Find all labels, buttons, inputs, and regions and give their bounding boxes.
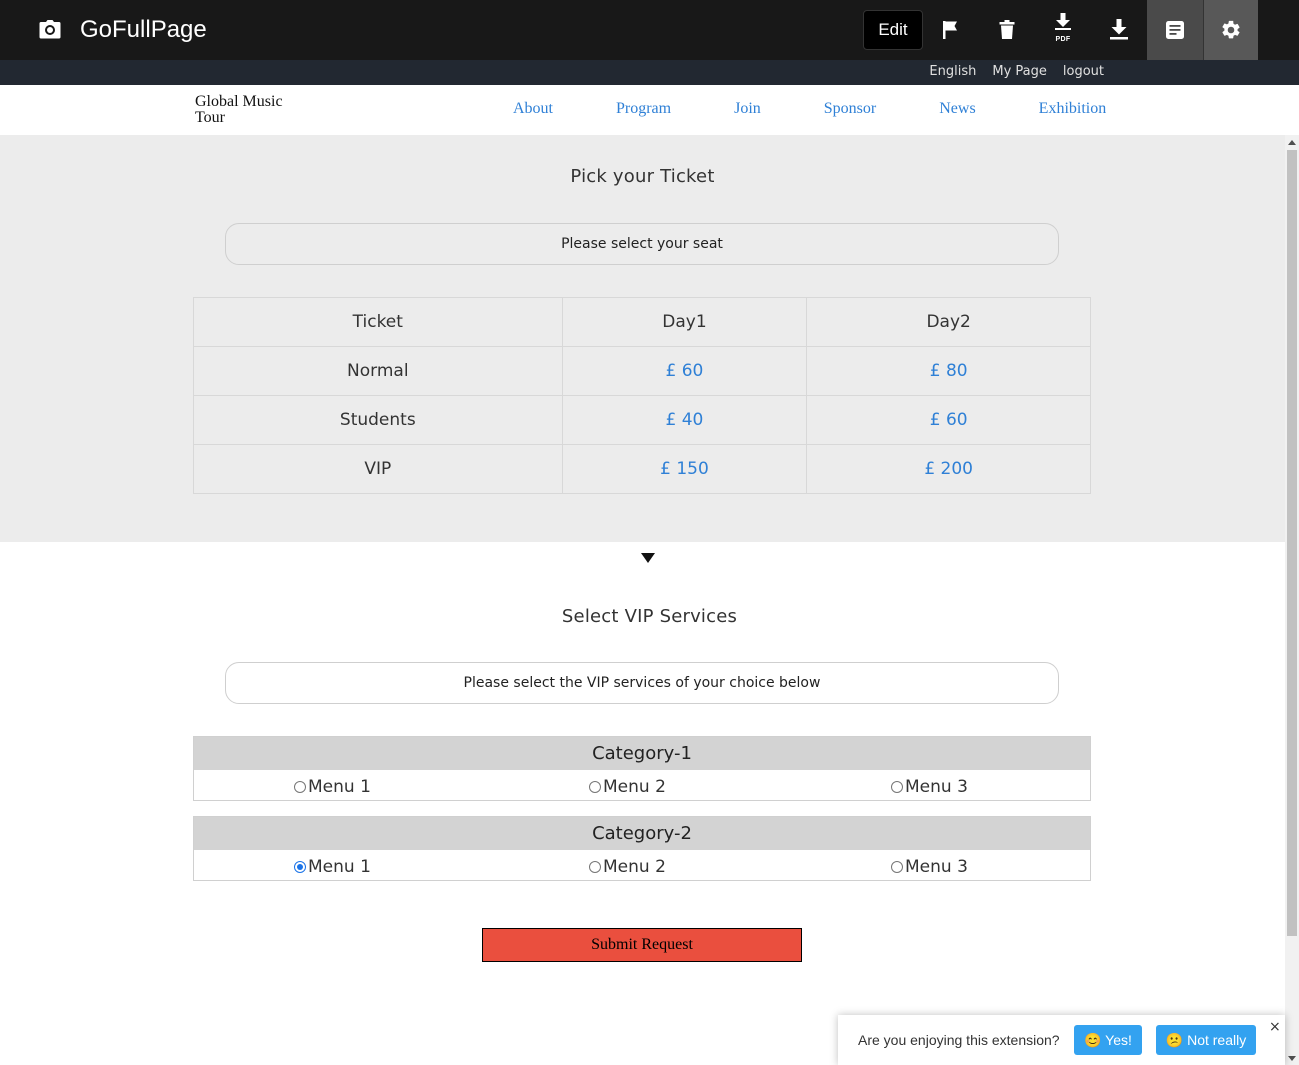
ticket-table: Ticket Day1 Day2 Normal £ 60 £ 80 Studen…	[193, 297, 1091, 494]
gear-icon	[1222, 20, 1240, 39]
option-label: Menu 1	[308, 777, 371, 797]
vip-prompt: Please select the VIP services of your c…	[225, 662, 1059, 704]
category-options: Menu 1 Menu 2 Menu 3	[194, 770, 1090, 800]
option-label: Menu 3	[905, 777, 968, 797]
ticket-type: Normal	[193, 346, 563, 396]
ticket-type: Students	[193, 395, 563, 445]
extension-title: GoFullPage	[80, 16, 207, 43]
option-menu-3[interactable]: Menu 3	[891, 777, 968, 797]
radio-button[interactable]	[294, 781, 306, 793]
scroll-thumb[interactable]	[1287, 150, 1297, 936]
delete-button[interactable]	[979, 0, 1035, 60]
price-link[interactable]: £ 200	[806, 444, 1091, 494]
radio-button[interactable]	[589, 861, 601, 873]
category-options: Menu 1 Menu 2 Menu 3	[194, 850, 1090, 880]
option-menu-2[interactable]: Menu 2	[589, 857, 666, 877]
nav-program[interactable]: Program	[616, 100, 671, 118]
column-header: Day2	[806, 297, 1091, 347]
site-header: Global Music Tour About Program Join Spo…	[0, 85, 1299, 135]
radio-button-selected[interactable]	[294, 861, 306, 873]
radio-button[interactable]	[891, 861, 903, 873]
document-icon	[1166, 21, 1184, 39]
scroll-up-icon[interactable]	[1288, 140, 1296, 145]
language-link[interactable]: English	[929, 64, 976, 79]
price-link[interactable]: £ 80	[806, 346, 1091, 396]
option-menu-1[interactable]: Menu 1	[294, 777, 371, 797]
option-menu-1[interactable]: Menu 1	[294, 857, 371, 877]
extension-brand: GoFullPage	[38, 14, 207, 46]
table-row: VIP £ 150 £ 200	[193, 444, 1091, 494]
page-scrollbar[interactable]	[1285, 135, 1299, 1065]
option-menu-2[interactable]: Menu 2	[589, 777, 666, 797]
ticket-title: Pick your Ticket	[570, 166, 715, 187]
category-heading: Category-2	[194, 817, 1090, 850]
document-button[interactable]	[1147, 0, 1203, 60]
seat-prompt: Please select your seat	[225, 223, 1059, 265]
close-icon[interactable]: ×	[1269, 1019, 1281, 1035]
down-arrow-icon	[641, 553, 655, 563]
nav-news[interactable]: News	[939, 100, 975, 118]
option-menu-3[interactable]: Menu 3	[891, 857, 968, 877]
option-label: Menu 3	[905, 857, 968, 877]
yes-button[interactable]: 😊 Yes!	[1074, 1025, 1142, 1055]
pdf-label: PDF	[1055, 36, 1071, 43]
download-icon	[1110, 19, 1128, 40]
price-link[interactable]: £ 40	[561, 395, 808, 445]
logout-link[interactable]: logout	[1063, 64, 1104, 79]
nav-exhibition[interactable]: Exhibition	[1039, 100, 1107, 118]
site-nav: About Program Join Sponsor News Exhibiti…	[513, 100, 1106, 118]
price-link[interactable]: £ 60	[561, 346, 808, 396]
option-label: Menu 2	[603, 857, 666, 877]
submit-request-button[interactable]: Submit Request	[482, 928, 802, 962]
site-logo[interactable]: Global Music Tour	[195, 94, 305, 126]
download-pdf-button[interactable]: PDF	[1035, 0, 1091, 60]
option-label: Menu 2	[603, 777, 666, 797]
category-1: Category-1 Menu 1 Menu 2 Menu 3	[193, 736, 1091, 801]
table-header-row: Ticket Day1 Day2	[193, 297, 1091, 347]
ticket-section: Pick your Ticket Please select your seat…	[0, 135, 1285, 542]
extension-links: English My Page logout	[929, 64, 1104, 79]
not-really-button[interactable]: 😕 Not really	[1156, 1025, 1256, 1055]
table-row: Students £ 40 £ 60	[193, 395, 1091, 445]
option-label: Menu 1	[308, 857, 371, 877]
scroll-down-icon[interactable]	[1288, 1056, 1296, 1061]
column-header: Ticket	[193, 297, 563, 347]
nav-join[interactable]: Join	[734, 100, 761, 118]
extension-toolbar: GoFullPage Edit PDF	[0, 0, 1299, 60]
nav-about[interactable]: About	[513, 100, 553, 118]
settings-button[interactable]	[1203, 0, 1258, 60]
category-heading: Category-1	[194, 737, 1090, 770]
flag-icon	[943, 21, 957, 39]
download-pdf-icon	[1055, 13, 1071, 30]
radio-button[interactable]	[589, 781, 601, 793]
flag-button[interactable]	[923, 0, 979, 60]
trash-icon	[999, 20, 1015, 39]
feedback-toast: Are you enjoying this extension? 😊 Yes! …	[838, 1015, 1285, 1065]
price-link[interactable]: £ 60	[806, 395, 1091, 445]
extension-subbar: English My Page logout	[0, 60, 1299, 85]
extension-tools: Edit PDF	[863, 0, 1258, 60]
table-row: Normal £ 60 £ 80	[193, 346, 1091, 396]
edit-button[interactable]: Edit	[863, 10, 923, 50]
vip-title: Select VIP Services	[561, 606, 738, 627]
feedback-question: Are you enjoying this extension?	[858, 1032, 1060, 1048]
radio-button[interactable]	[891, 781, 903, 793]
column-header: Day1	[561, 297, 808, 347]
my-page-link[interactable]: My Page	[992, 64, 1047, 79]
category-2: Category-2 Menu 1 Menu 2 Menu 3	[193, 816, 1091, 881]
nav-sponsor[interactable]: Sponsor	[824, 100, 876, 118]
download-image-button[interactable]	[1091, 0, 1147, 60]
ticket-type: VIP	[193, 444, 563, 494]
camera-icon	[39, 20, 61, 39]
price-link[interactable]: £ 150	[561, 444, 808, 494]
edit-tool: Edit	[863, 0, 923, 60]
